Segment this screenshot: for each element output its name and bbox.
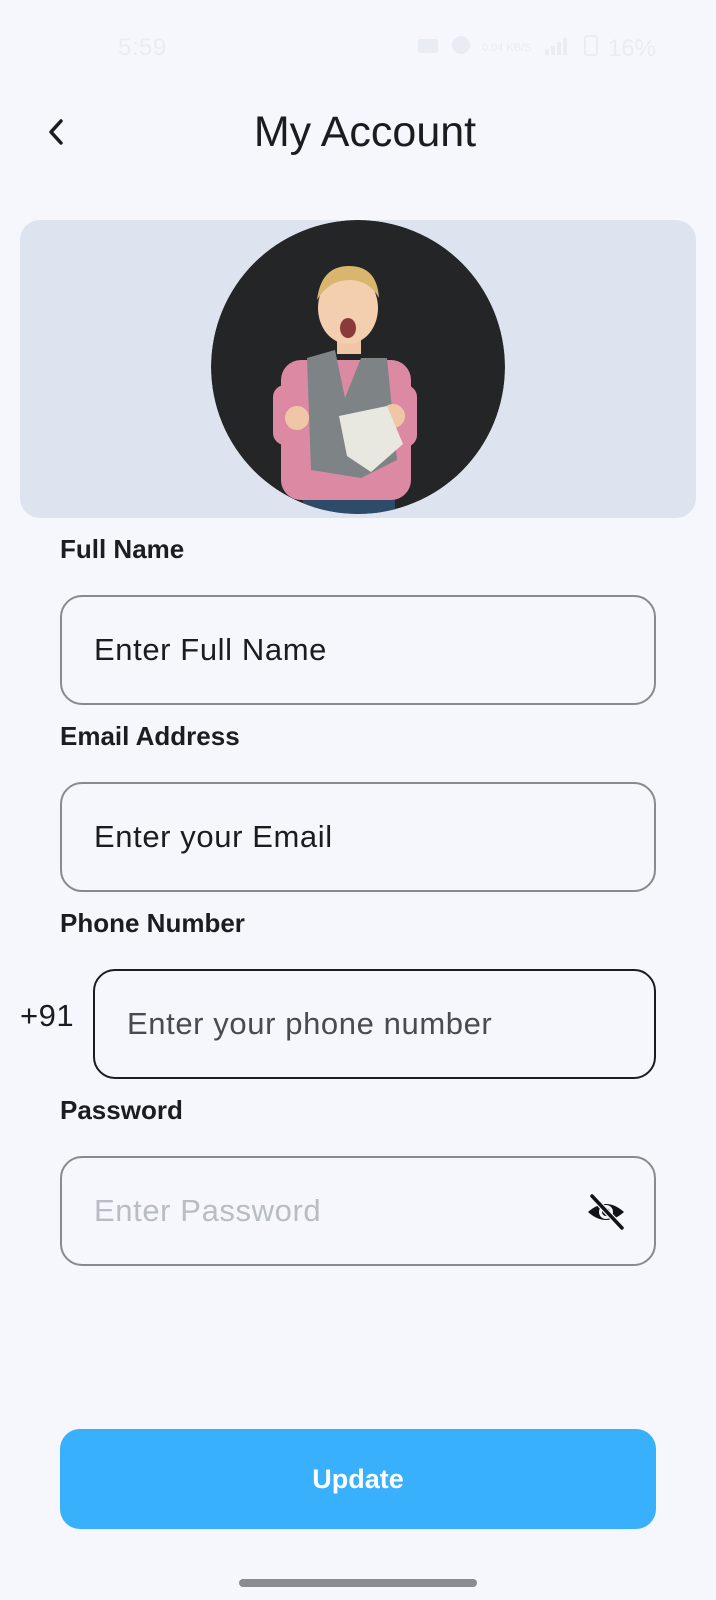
status-icons: 0.04 KB/S 16% <box>416 34 656 63</box>
page-title: My Account <box>253 108 477 156</box>
eye-off-icon <box>588 1193 625 1231</box>
email-placeholder: Enter your Email <box>94 819 333 854</box>
avatar[interactable] <box>211 220 505 514</box>
phone-input[interactable]: Enter your phone number <box>93 969 656 1079</box>
phone-label: Phone Number <box>60 908 245 938</box>
phone-placeholder: Enter your phone number <box>127 1006 493 1041</box>
whatsapp-icon <box>450 34 472 63</box>
battery-percent: 16% <box>607 34 656 62</box>
password-label: Password <box>60 1095 183 1125</box>
email-label: Email Address <box>60 721 240 751</box>
message-icon <box>416 35 440 63</box>
password-visibility-toggle[interactable] <box>584 1190 628 1234</box>
full-name-input[interactable]: Enter Full Name <box>60 595 656 705</box>
net-speed: 0.04 KB/S <box>481 42 532 54</box>
home-indicator[interactable] <box>239 1579 477 1587</box>
email-input[interactable]: Enter your Email <box>60 782 656 892</box>
country-code: +91 <box>20 998 75 1033</box>
my-account-screen: 5:59 0.04 KB/S 16% My Account Full Name … <box>0 0 716 1600</box>
profile-banner <box>20 220 696 518</box>
password-input[interactable]: Enter Password <box>60 1156 656 1266</box>
battery-icon <box>583 34 598 63</box>
status-bar: 5:59 0.04 KB/S 16% <box>0 0 716 90</box>
profile-photo-icon <box>211 220 505 514</box>
full-name-placeholder: Enter Full Name <box>94 632 327 667</box>
password-placeholder: Enter Password <box>94 1193 322 1228</box>
status-time: 5:59 <box>118 34 167 61</box>
full-name-label: Full Name <box>60 534 185 564</box>
signal-icon <box>544 35 574 63</box>
update-button[interactable]: Update <box>60 1429 656 1529</box>
